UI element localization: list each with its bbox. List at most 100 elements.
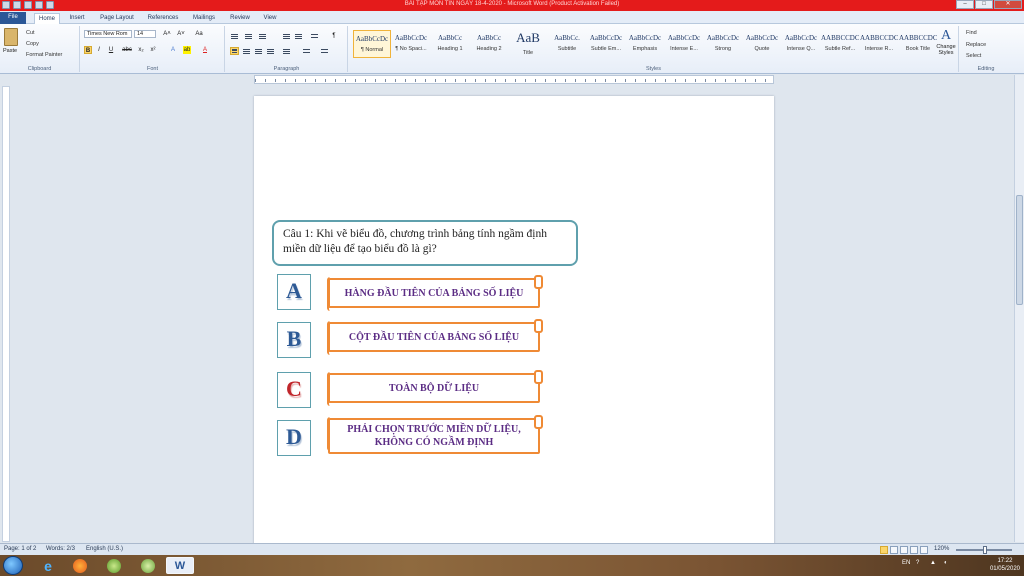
find-button[interactable]: Find	[966, 30, 977, 36]
style-item[interactable]: AaB Title	[509, 30, 547, 58]
language-indicator[interactable]: English (U.S.)	[86, 546, 123, 552]
option-d[interactable]: PHẢI CHỌN TRƯỚC MIỀN DỮ LIỆU, KHÔNG CÓ N…	[327, 415, 543, 454]
style-item[interactable]: AaBbCcDc ¶ No Spaci...	[392, 30, 430, 58]
word-count[interactable]: Words: 2/3	[46, 546, 75, 552]
style-item[interactable]: AaBbCcDc Quote	[743, 30, 781, 58]
zoom-level[interactable]: 120%	[934, 546, 949, 552]
clock[interactable]: 17:22 01/05/2020	[990, 557, 1020, 573]
copy-button[interactable]: Copy	[26, 41, 39, 47]
internet-explorer-icon[interactable]: e	[34, 557, 62, 574]
vertical-scrollbar[interactable]	[1014, 75, 1024, 542]
change-styles-button[interactable]: A Change Styles	[935, 28, 957, 56]
text-effects-icon[interactable]: A	[169, 46, 177, 54]
draft-view-icon[interactable]	[920, 546, 928, 554]
strikethrough-button[interactable]: abc	[121, 46, 133, 54]
style-item[interactable]: AABBCCDC Book Title	[899, 30, 937, 58]
highlight-icon[interactable]: ab	[183, 46, 191, 54]
style-item[interactable]: AaBbCcDc Emphasis	[626, 30, 664, 58]
network-tray-icon[interactable]: ▲	[930, 560, 936, 566]
tab-mailings[interactable]: Mailings	[188, 13, 220, 24]
cut-button[interactable]: Cut	[26, 30, 35, 36]
option-b[interactable]: CỘT ĐẦU TIÊN CỦA BẢNG SỐ LIỆU	[327, 319, 543, 355]
underline-button[interactable]: U	[107, 46, 115, 54]
app-icon-1[interactable]	[100, 557, 128, 574]
style-item[interactable]: AaBbCc. Subtitle	[548, 30, 586, 58]
style-item[interactable]: AaBbCcDc Intense E...	[665, 30, 703, 58]
show-hide-button[interactable]: ¶	[330, 32, 338, 40]
bold-button[interactable]: B	[84, 46, 92, 54]
print-layout-view-icon[interactable]	[880, 546, 888, 554]
font-color-button[interactable]: A	[201, 46, 209, 54]
tab-home[interactable]: Home	[34, 13, 60, 24]
vertical-ruler[interactable]	[2, 86, 10, 542]
italic-button[interactable]: I	[95, 46, 103, 54]
clear-formatting-button[interactable]: Aa	[193, 30, 205, 38]
style-item[interactable]: AaBbCcDc ¶ Normal	[353, 30, 391, 58]
style-name: Heading 1	[437, 46, 463, 52]
increase-indent-icon[interactable]	[294, 32, 303, 40]
align-left-icon[interactable]	[230, 47, 239, 55]
decrease-indent-icon[interactable]	[282, 32, 291, 40]
option-c[interactable]: TOÀN BỘ DỮ LIỆU	[327, 370, 543, 406]
tab-view[interactable]: View	[258, 13, 282, 24]
paste-icon[interactable]	[4, 28, 18, 46]
volume-tray-icon[interactable]: ◐	[944, 560, 948, 566]
subscript-button[interactable]: x₂	[137, 46, 145, 54]
select-button[interactable]: Select	[966, 53, 981, 59]
horizontal-ruler[interactable]	[254, 75, 774, 84]
grow-font-button[interactable]: A˄	[161, 30, 173, 38]
shading-icon[interactable]	[302, 47, 311, 55]
page-count[interactable]: Page: 1 of 2	[4, 546, 36, 552]
shrink-font-button[interactable]: A˅	[175, 30, 187, 38]
full-screen-view-icon[interactable]	[890, 546, 898, 554]
tab-references[interactable]: References	[144, 13, 182, 24]
style-item[interactable]: AaBbCcDc Intense Q...	[782, 30, 820, 58]
align-center-icon[interactable]	[242, 47, 251, 55]
close-button[interactable]: ✕	[994, 0, 1022, 9]
app-icon-2[interactable]	[134, 557, 162, 574]
sort-icon[interactable]	[310, 32, 319, 40]
tab-insert[interactable]: Insert	[64, 13, 90, 24]
style-item[interactable]: AaBbCcDc Subtle Em...	[587, 30, 625, 58]
paste-button[interactable]: Paste	[3, 48, 17, 54]
numbering-icon[interactable]	[244, 32, 253, 40]
start-button-icon[interactable]	[3, 556, 23, 575]
zoom-slider-knob[interactable]	[983, 546, 987, 554]
style-item[interactable]: AaBbCc Heading 2	[470, 30, 508, 58]
replace-button[interactable]: Replace	[966, 42, 986, 48]
line-spacing-icon[interactable]	[282, 47, 291, 55]
tab-page-layout[interactable]: Page Layout	[96, 13, 138, 24]
option-letter-a[interactable]: A	[277, 274, 311, 310]
font-name-combo[interactable]: Times New Rom	[84, 30, 132, 38]
help-tray-icon[interactable]: ?	[916, 560, 919, 566]
style-item[interactable]: AABBCCDC Subtle Ref...	[821, 30, 859, 58]
style-item[interactable]: AaBbCcDc Strong	[704, 30, 742, 58]
tab-review[interactable]: Review	[226, 13, 254, 24]
style-item[interactable]: AaBbCc Heading 1	[431, 30, 469, 58]
font-size-combo[interactable]: 14	[134, 30, 156, 38]
web-layout-view-icon[interactable]	[900, 546, 908, 554]
style-sample: AaBbCc.	[554, 34, 580, 42]
option-letter-b[interactable]: B	[277, 322, 311, 358]
question-box[interactable]: Câu 1: Khi vẽ biểu đồ, chương trình bảng…	[272, 220, 578, 266]
superscript-button[interactable]: x²	[149, 46, 157, 54]
bullets-icon[interactable]	[230, 32, 239, 40]
tab-file[interactable]: File	[0, 12, 26, 24]
format-painter-button[interactable]: Format Painter	[26, 52, 62, 58]
language-tray[interactable]: EN	[902, 560, 910, 566]
option-a[interactable]: HÀNG ĐẦU TIÊN CỦA BẢNG SỐ LIỆU	[327, 275, 543, 311]
align-right-icon[interactable]	[254, 47, 263, 55]
multilevel-list-icon[interactable]	[258, 32, 267, 40]
word-taskbar-icon[interactable]: W	[166, 557, 194, 574]
minimize-button[interactable]: –	[956, 0, 974, 9]
outline-view-icon[interactable]	[910, 546, 918, 554]
justify-icon[interactable]	[266, 47, 275, 55]
scrollbar-thumb[interactable]	[1016, 195, 1023, 305]
title-bar: BÀI TẬP MÔN TIN NGÀY 18-4-2020 - Microso…	[0, 0, 1024, 11]
firefox-icon[interactable]	[66, 557, 94, 574]
style-item[interactable]: AABBCCDC Intense R...	[860, 30, 898, 58]
maximize-button[interactable]: □	[975, 0, 993, 9]
borders-icon[interactable]	[320, 47, 329, 55]
option-letter-c[interactable]: C	[277, 372, 311, 408]
option-letter-d[interactable]: D	[277, 420, 311, 456]
